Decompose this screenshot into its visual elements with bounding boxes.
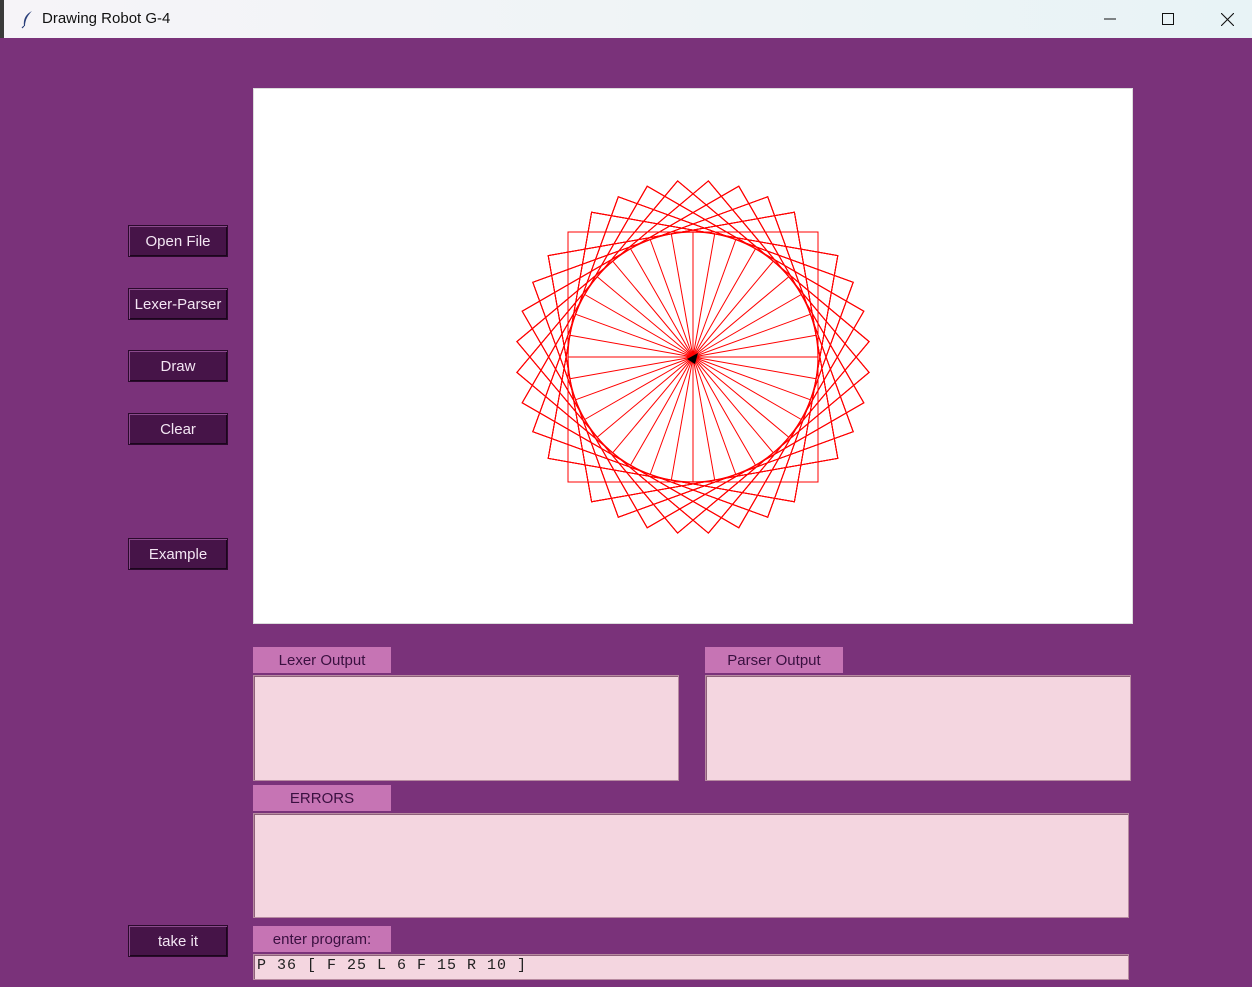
parser-output-label: Parser Output [705,647,843,673]
lexer-output-textbox[interactable] [253,675,679,781]
window-titlebar: Drawing Robot G-4 [0,0,1252,38]
clear-button[interactable]: Clear [128,413,228,445]
parser-output-textbox[interactable] [705,675,1131,781]
open-file-button[interactable]: Open File [128,225,228,257]
example-button[interactable]: Example [128,538,228,570]
drawing-canvas[interactable] [253,88,1133,624]
close-icon [1220,12,1234,26]
maximize-button[interactable] [1139,0,1197,38]
errors-textbox[interactable] [253,813,1129,918]
minimize-icon [1104,18,1116,20]
draw-button[interactable]: Draw [128,350,228,382]
enter-program-label: enter program: [253,926,391,952]
minimize-button[interactable] [1081,0,1139,38]
take-it-button[interactable]: take it [128,925,228,957]
maximize-icon [1162,13,1174,25]
lexer-output-label: Lexer Output [253,647,391,673]
turtle-drawing [516,180,870,534]
errors-label: ERRORS [253,785,391,811]
app-client-area: Open File Lexer-Parser Draw Clear Exampl… [4,38,1252,987]
program-input[interactable]: P 36 [ F 25 L 6 F 15 R 10 ] [253,954,1129,980]
feather-icon [21,11,32,29]
window-title: Drawing Robot G-4 [42,10,171,27]
close-button[interactable] [1198,0,1252,38]
lexer-parser-button[interactable]: Lexer-Parser [128,288,228,320]
